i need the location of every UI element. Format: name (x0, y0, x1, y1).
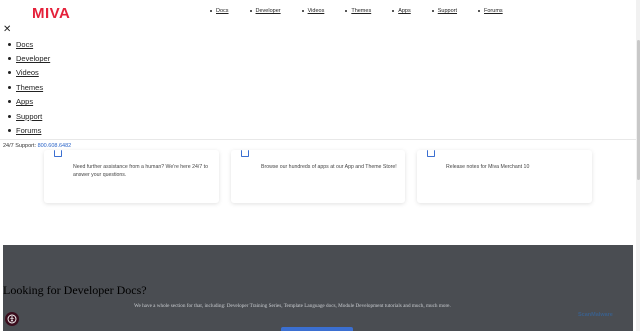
logo-text: MIVA (32, 4, 71, 22)
menu-list: Docs Developer Videos Themes Apps Suppor… (8, 37, 50, 138)
support-phone-link[interactable]: 800.608.6482 (38, 143, 72, 149)
banner-title: Looking for Developer Docs? (3, 283, 147, 297)
scanmalware-badge: ScanMalware (578, 312, 613, 318)
top-nav-themes[interactable]: Themes (345, 8, 371, 14)
top-nav-support[interactable]: Support (431, 8, 457, 14)
release-notes-card[interactable]: Release notes for Miva Merchant 10 (417, 150, 592, 203)
menu-item-apps[interactable]: Apps (8, 95, 50, 109)
banner-text: We have a whole section for that, includ… (134, 303, 451, 309)
chat-icon (54, 150, 62, 157)
card-description: Browse our hundreds of apps at our App a… (261, 164, 397, 170)
menu-item-videos[interactable]: Videos (8, 66, 50, 80)
mobile-menu: ✕ Docs Developer Videos Themes Apps Supp… (0, 24, 636, 140)
developer-docs-banner: Looking for Developer Docs? We have a wh… (3, 245, 633, 331)
top-nav-developer[interactable]: Developer (249, 8, 281, 14)
top-nav-docs[interactable]: Docs (210, 8, 229, 14)
menu-item-forums[interactable]: Forums (8, 123, 50, 137)
divider (0, 139, 636, 140)
menu-item-developer[interactable]: Developer (8, 51, 50, 65)
top-nav-videos[interactable]: Videos (301, 8, 324, 14)
menu-item-docs[interactable]: Docs (8, 37, 50, 51)
card-description: Need further assistance from a human? We… (73, 164, 208, 178)
support-line: 24/7 Support: 800.608.6482 (3, 143, 71, 149)
support-card[interactable]: Need further assistance from a human? We… (44, 150, 219, 203)
top-nav-forums[interactable]: Forums (478, 8, 503, 14)
card-description: Release notes for Miva Merchant 10 (446, 164, 530, 170)
notes-icon (427, 150, 435, 157)
close-icon[interactable]: ✕ (3, 25, 11, 35)
accessibility-icon[interactable] (5, 312, 19, 326)
menu-item-themes[interactable]: Themes (8, 80, 50, 94)
menu-item-support[interactable]: Support (8, 109, 50, 123)
miva-logo[interactable]: MIVA (32, 4, 71, 22)
banner-button[interactable] (281, 327, 353, 331)
store-icon (241, 150, 249, 157)
top-nav-apps[interactable]: Apps (392, 8, 411, 14)
app-store-card[interactable]: Browse our hundreds of apps at our App a… (231, 150, 405, 203)
support-label: 24/7 Support: (3, 143, 37, 149)
scrollbar[interactable] (636, 0, 640, 331)
top-nav: Docs Developer Videos Themes Apps Suppor… (210, 8, 524, 14)
